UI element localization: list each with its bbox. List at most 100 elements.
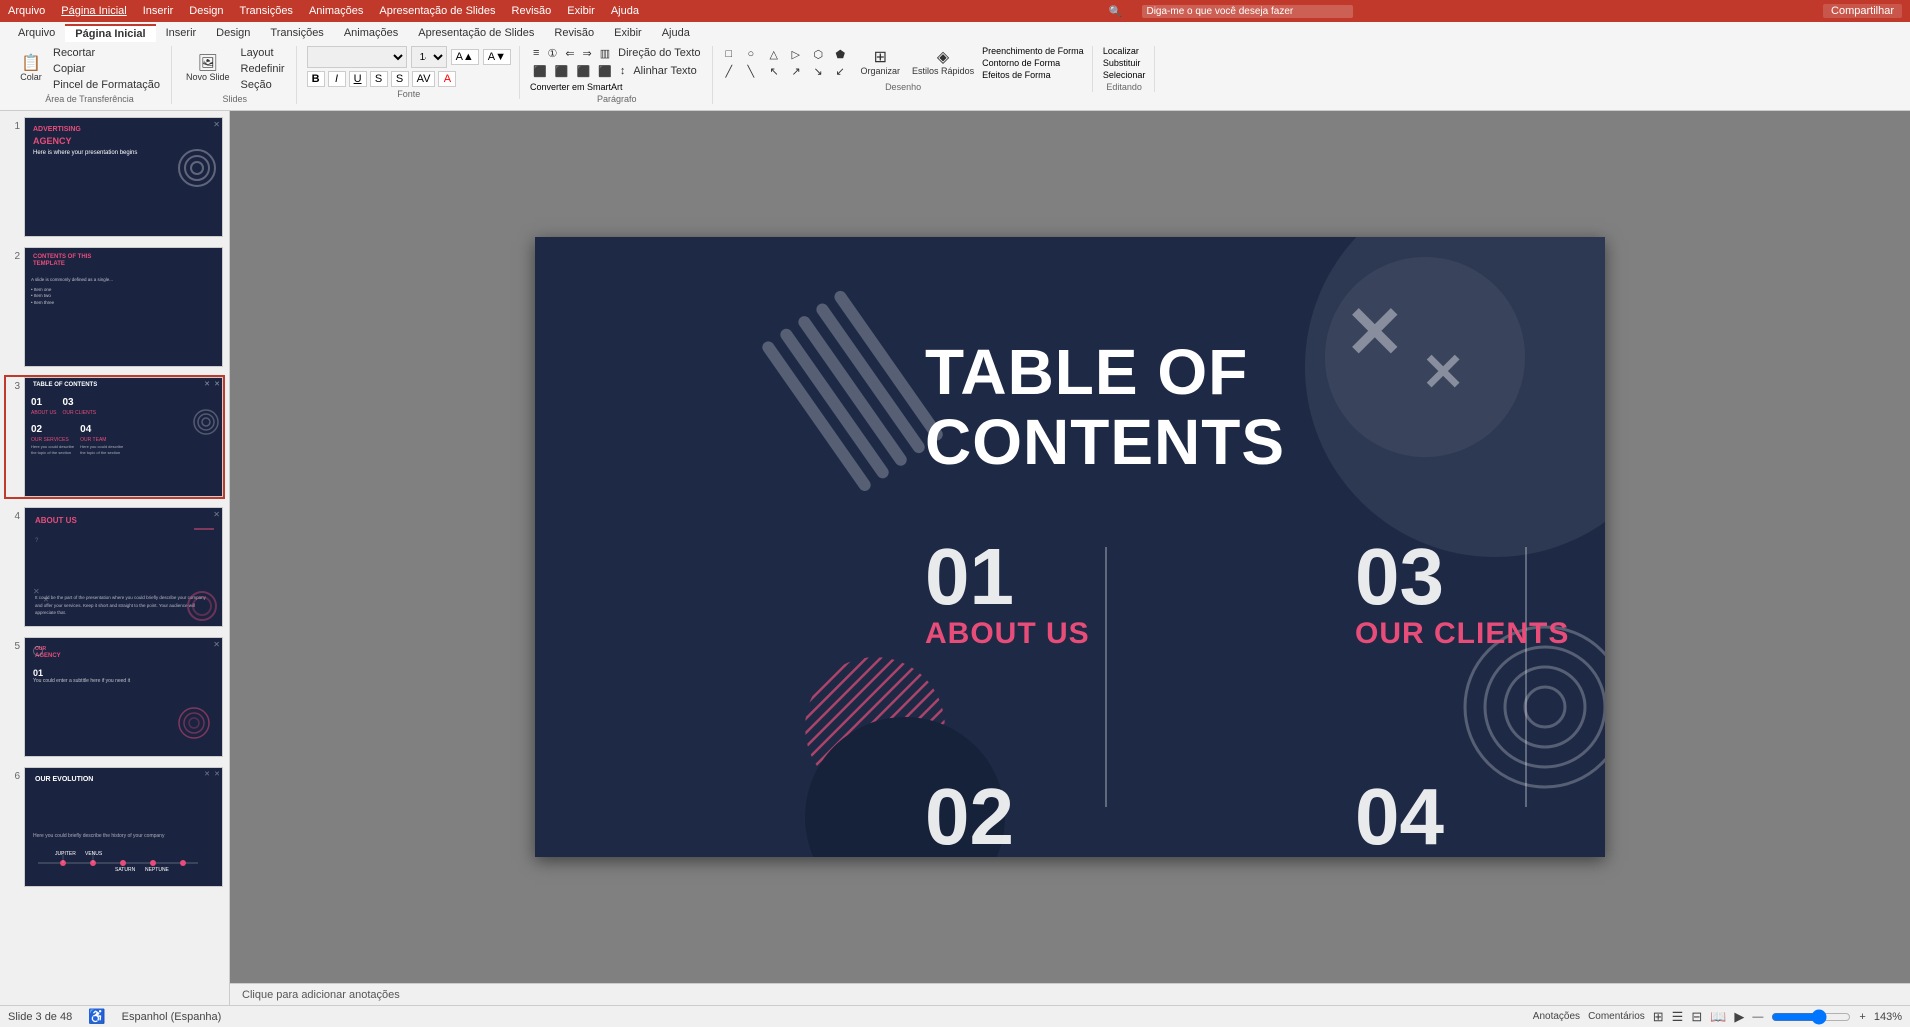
zoom-increase-button[interactable]: +	[1859, 1011, 1865, 1023]
find-button[interactable]: Localizar	[1103, 46, 1146, 56]
decrease-indent-button[interactable]: ⇐	[562, 46, 577, 61]
ribbon-tabs: Arquivo Página Inicial Inserir Design Tr…	[0, 24, 1910, 42]
align-left-button[interactable]: ⬛	[530, 64, 550, 79]
shape-7[interactable]: ╱	[723, 64, 743, 79]
tab-apresentacao[interactable]: Apresentação de Slides	[408, 24, 544, 42]
new-slide-button[interactable]: 🖼 Novo Slide	[182, 54, 234, 84]
menu-design[interactable]: Design	[189, 5, 223, 17]
accessibility-icon[interactable]: ♿	[88, 1008, 105, 1025]
reset-button[interactable]: Redefinir	[238, 62, 288, 76]
cut-button[interactable]: Recortar	[50, 46, 163, 60]
shape-2[interactable]: ○	[745, 47, 765, 62]
tab-exibir[interactable]: Exibir	[604, 24, 652, 42]
zoom-slider[interactable]	[1771, 1009, 1851, 1025]
format-painter-button[interactable]: Pincel de Formatação	[50, 78, 163, 92]
effects-button[interactable]: Efeitos de Forma	[982, 70, 1084, 80]
font-color-button[interactable]: A	[438, 71, 456, 87]
slide-thumb-6[interactable]: 6 OUR EVOLUTION Here you could briefly d…	[4, 765, 225, 889]
bullet-list-button[interactable]: ≡	[530, 46, 542, 61]
view-reading-button[interactable]: 📖	[1710, 1009, 1726, 1025]
tab-arquivo[interactable]: Arquivo	[8, 24, 65, 42]
svg-text:VENUS: VENUS	[85, 851, 103, 857]
decrease-font-button[interactable]: A▼	[483, 49, 511, 65]
columns-button[interactable]: ▥	[597, 46, 613, 61]
tab-design[interactable]: Design	[206, 24, 260, 42]
slide-thumb-1[interactable]: 1 ADVERTISING AGENCY Here is where your …	[4, 115, 225, 239]
tab-pagina-inicial[interactable]: Página Inicial	[65, 24, 155, 42]
view-outline-button[interactable]: ☰	[1672, 1009, 1684, 1025]
align-center-button[interactable]: ⬛	[552, 64, 572, 79]
menu-apresentacao[interactable]: Apresentação de Slides	[379, 5, 495, 17]
text-direction-button[interactable]: Direção do Texto	[615, 46, 703, 61]
menu-animacoes[interactable]: Animações	[309, 5, 363, 17]
underline-button[interactable]: U	[349, 71, 367, 87]
section-button[interactable]: Seção	[238, 78, 288, 92]
organize-button[interactable]: ⊞ Organizar	[857, 48, 905, 78]
tab-animacoes[interactable]: Animações	[334, 24, 408, 42]
menu-transicoes[interactable]: Transições	[240, 5, 293, 17]
comments-button[interactable]: Comentários	[1588, 1011, 1645, 1022]
shape-10[interactable]: ↗	[789, 64, 809, 79]
shape-3[interactable]: △	[767, 47, 787, 62]
shape-9[interactable]: ↖	[767, 64, 787, 79]
slide-thumb-3[interactable]: 3 TABLE OF CONTENTS 01 ABOUT US 03 OUR C…	[4, 375, 225, 499]
shape-6[interactable]: ⬟	[833, 47, 853, 62]
search-input[interactable]: Diga-me o que você deseja fazer	[1142, 5, 1353, 18]
shape-12[interactable]: ↙	[833, 64, 853, 79]
increase-font-button[interactable]: A▲	[451, 49, 479, 65]
menu-arquivo[interactable]: Arquivo	[8, 5, 45, 17]
shape-5[interactable]: ⬡	[811, 47, 831, 62]
quick-styles-button[interactable]: ◈ Estilos Rápidos	[908, 48, 978, 78]
fill-button[interactable]: Preenchimento de Forma	[982, 46, 1084, 56]
tab-inserir[interactable]: Inserir	[156, 24, 207, 42]
strikethrough-button[interactable]: S	[370, 71, 388, 87]
view-normal-button[interactable]: ⊞	[1653, 1009, 1664, 1025]
paragraph-label: Parágrafo	[597, 94, 637, 104]
layout-button[interactable]: Layout	[238, 46, 288, 60]
menu-pagina-inicial[interactable]: Página Inicial	[61, 5, 126, 17]
font-name-select[interactable]	[307, 46, 407, 68]
slide-info: Slide 3 de 48	[8, 1011, 72, 1023]
share-button[interactable]: Compartilhar	[1823, 4, 1902, 18]
copy-button[interactable]: Copiar	[50, 62, 163, 76]
slide-thumb-4[interactable]: 4 ABOUT US It could be the part of the p…	[4, 505, 225, 629]
shape-11[interactable]: ↘	[811, 64, 831, 79]
font-size-select[interactable]: 14	[411, 46, 447, 68]
tab-transicoes[interactable]: Transições	[260, 24, 333, 42]
menu-inserir[interactable]: Inserir	[143, 5, 174, 17]
slide-panel[interactable]: 1 ADVERTISING AGENCY Here is where your …	[0, 111, 230, 1005]
slide-num-6: 6	[6, 767, 20, 782]
section-02-num: 02	[925, 777, 1262, 857]
shape-4[interactable]: ▷	[789, 47, 809, 62]
align-right-button[interactable]: ⬛	[573, 64, 593, 79]
menu-revisao[interactable]: Revisão	[512, 5, 552, 17]
increase-indent-button[interactable]: ⇒	[580, 46, 595, 61]
zoom-decrease-button[interactable]: —	[1752, 1011, 1763, 1023]
menu-ajuda[interactable]: Ajuda	[611, 5, 639, 17]
numbered-list-button[interactable]: ①	[544, 46, 560, 61]
notes-button[interactable]: Anotações	[1533, 1011, 1580, 1022]
language[interactable]: Espanhol (Espanha)	[122, 1011, 222, 1023]
tab-revisao[interactable]: Revisão	[544, 24, 604, 42]
shape-1[interactable]: □	[723, 47, 743, 62]
menu-exibir[interactable]: Exibir	[567, 5, 595, 17]
outline-button[interactable]: Contorno de Forma	[982, 58, 1084, 68]
bold-button[interactable]: B	[307, 71, 325, 87]
notes-bar[interactable]: Clique para adicionar anotações	[230, 983, 1910, 1005]
replace-button[interactable]: Substituir	[1103, 58, 1146, 68]
tab-ajuda[interactable]: Ajuda	[652, 24, 700, 42]
slide-thumb-2[interactable]: 2 CONTENTS OF THIS TEMPLATE A slide is c…	[4, 245, 225, 369]
line-spacing-button[interactable]: ↕	[617, 64, 629, 79]
shadow-button[interactable]: S	[391, 71, 409, 87]
paste-button[interactable]: 📋 Colar	[16, 54, 46, 84]
italic-button[interactable]: I	[328, 71, 346, 87]
slide-thumb-5[interactable]: 5 OUR AGENCY 01 You could enter a subtit…	[4, 635, 225, 759]
view-sorter-button[interactable]: ⊟	[1691, 1009, 1702, 1025]
shape-8[interactable]: ╲	[745, 64, 765, 79]
convert-smartart-button[interactable]: Converter em SmartArt	[530, 82, 704, 92]
spacing-button[interactable]: AV	[412, 71, 436, 87]
select-button[interactable]: Selecionar	[1103, 70, 1146, 80]
view-presenter-button[interactable]: ▶	[1734, 1009, 1744, 1025]
justify-button[interactable]: ⬛	[595, 64, 615, 79]
align-text-button[interactable]: Alinhar Texto	[630, 64, 699, 79]
